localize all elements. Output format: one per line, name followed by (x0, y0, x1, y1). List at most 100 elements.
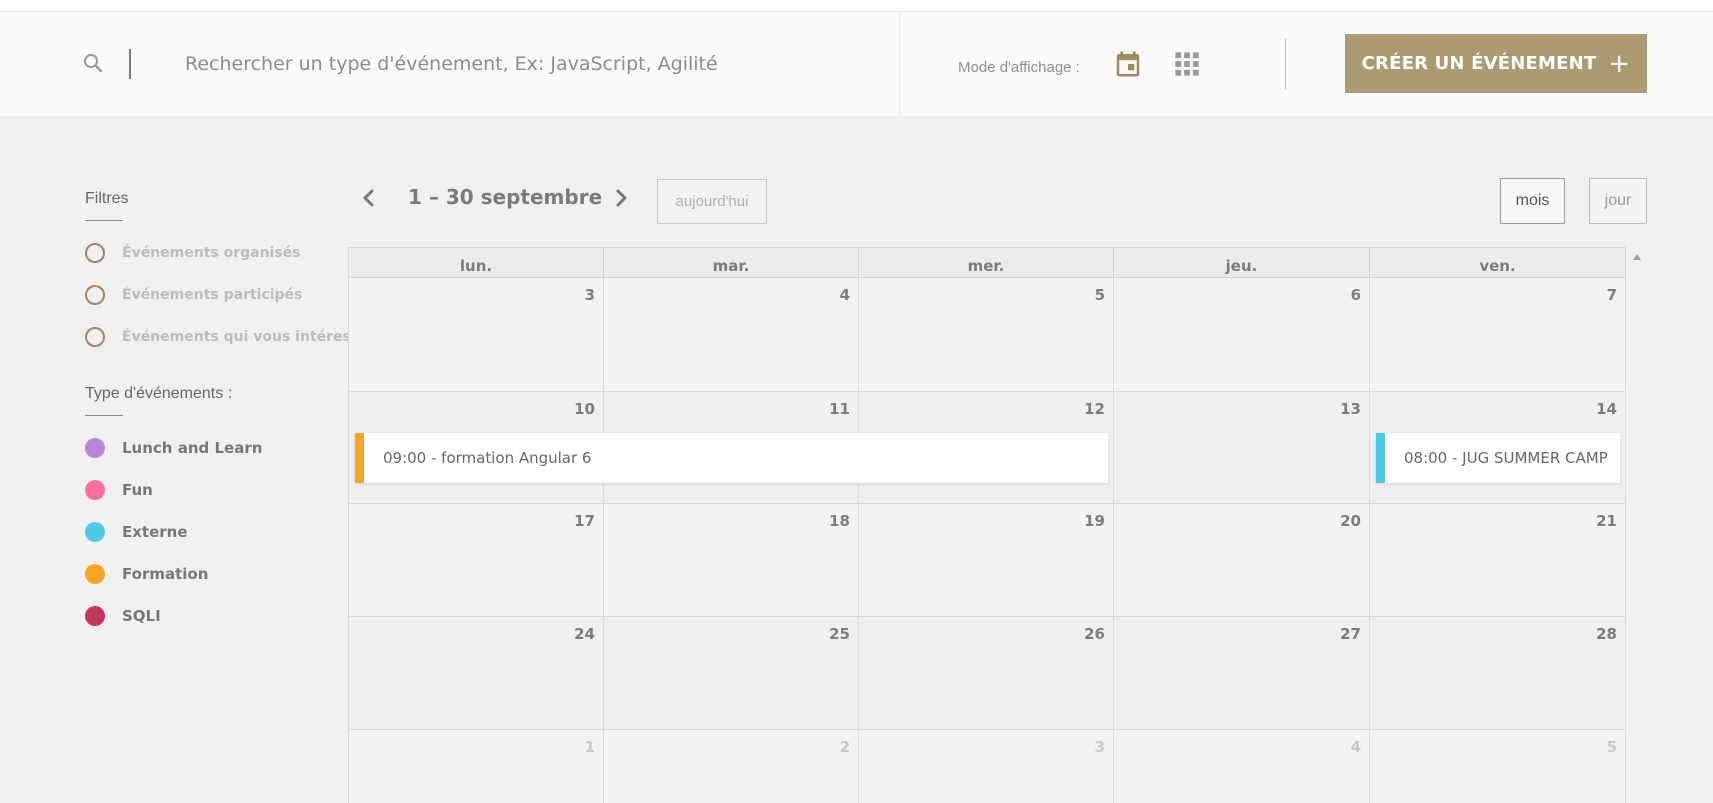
day-cell[interactable]: 27 (1114, 617, 1370, 730)
day-cell[interactable]: 24 (349, 617, 604, 730)
month-view-button[interactable]: mois (1500, 178, 1565, 224)
top-strip (0, 0, 1713, 12)
types-underline (85, 415, 123, 416)
display-mode-label: Mode d'affichage : (958, 59, 1080, 76)
plus-icon: + (1608, 48, 1631, 79)
weekday-header-cell: jeu. (1114, 248, 1370, 278)
day-cell[interactable]: 28 (1370, 617, 1626, 730)
event-color-bar (355, 433, 364, 483)
day-number: 19 (1084, 512, 1105, 530)
day-cell[interactable]: 1 (349, 730, 604, 803)
weekday-header: lun. mar. mer. jeu. ven. (349, 248, 1626, 278)
day-number: 21 (1596, 512, 1617, 530)
event-label: 09:00 - formation Angular 6 (383, 449, 592, 467)
day-number: 10 (574, 400, 595, 418)
search-input[interactable] (185, 47, 865, 81)
chevron-right-icon[interactable] (612, 187, 630, 209)
color-dot (85, 480, 105, 500)
day-number: 5 (1094, 286, 1105, 304)
day-number: 11 (829, 400, 850, 418)
weekday-header-cell: ven. (1370, 248, 1626, 278)
day-cell[interactable]: 17 (349, 504, 604, 617)
color-dot (85, 564, 105, 584)
day-number: 13 (1340, 400, 1361, 418)
type-label: Externe (122, 523, 188, 541)
day-number: 25 (829, 625, 850, 643)
day-number: 14 (1596, 400, 1617, 418)
day-number: 17 (574, 512, 595, 530)
weekday-header-cell: mer. (859, 248, 1114, 278)
filters-title: Filtres (85, 190, 129, 207)
radio-icon[interactable] (85, 285, 105, 305)
color-dot (85, 522, 105, 542)
day-number: 26 (1084, 625, 1105, 643)
day-cell[interactable]: 21 (1370, 504, 1626, 617)
day-number: 6 (1350, 286, 1361, 304)
filter-organized[interactable]: Événements organisés (85, 243, 301, 263)
day-cell[interactable]: 6 (1114, 278, 1370, 392)
day-cell[interactable]: 19 (859, 504, 1114, 617)
filter-label: Événements organisés (122, 245, 301, 261)
calendar-view-icon[interactable] (1113, 49, 1143, 79)
event-label: 08:00 - JUG SUMMER CAMP (1404, 449, 1608, 467)
type-lunch-and-learn[interactable]: Lunch and Learn (85, 438, 262, 458)
type-label: Lunch and Learn (122, 439, 263, 457)
event-color-bar (1376, 433, 1385, 483)
day-cell[interactable]: 13 (1114, 392, 1370, 504)
day-number: 18 (829, 512, 850, 530)
type-label: SQLI (122, 607, 161, 625)
day-number: 3 (1094, 738, 1105, 756)
type-label: Formation (122, 565, 209, 583)
day-view-button[interactable]: jour (1589, 178, 1647, 224)
color-dot (85, 438, 105, 458)
create-event-button[interactable]: CRÉER UN ÉVÉNEMENT + (1345, 34, 1647, 93)
day-cell[interactable]: 3 (349, 278, 604, 392)
create-event-label: CRÉER UN ÉVÉNEMENT (1361, 53, 1597, 74)
day-cell[interactable]: 25 (604, 617, 859, 730)
header-bar: Mode d'affichage : CRÉER UN ÉVÉNEMENT + (0, 12, 1713, 117)
weekday-header-cell: mar. (604, 248, 859, 278)
day-cell[interactable]: 5 (1370, 730, 1626, 803)
filter-interested[interactable]: Événements qui vous intéresse (85, 327, 369, 347)
day-cell[interactable]: 4 (1114, 730, 1370, 803)
day-number: 12 (1084, 400, 1105, 418)
grid-view-icon[interactable] (1173, 50, 1201, 78)
type-formation[interactable]: Formation (85, 564, 208, 584)
day-cell[interactable]: 18 (604, 504, 859, 617)
color-dot (85, 606, 105, 626)
header-divider (899, 12, 900, 116)
chevron-left-icon[interactable] (360, 187, 378, 209)
scroll-up-icon[interactable] (1632, 253, 1642, 261)
day-number: 3 (584, 286, 595, 304)
day-number: 2 (839, 738, 850, 756)
event-types-title: Type d'événements : (85, 385, 233, 402)
radio-icon[interactable] (85, 327, 105, 347)
day-cell[interactable]: 26 (859, 617, 1114, 730)
day-cell[interactable]: 5 (859, 278, 1114, 392)
day-number: 27 (1340, 625, 1361, 643)
day-cell[interactable]: 20 (1114, 504, 1370, 617)
calendar-event[interactable]: 09:00 - formation Angular 6 (355, 433, 1108, 483)
filters-underline (85, 220, 123, 221)
day-number: 20 (1340, 512, 1361, 530)
radio-icon[interactable] (85, 243, 105, 263)
day-number: 24 (574, 625, 595, 643)
type-sqli[interactable]: SQLI (85, 606, 161, 626)
date-range-title: 1 – 30 septembre (408, 185, 603, 209)
search-separator (129, 49, 131, 79)
day-number: 1 (584, 738, 595, 756)
search-icon[interactable] (83, 53, 103, 73)
header-divider-2 (1285, 39, 1286, 89)
type-externe[interactable]: Externe (85, 522, 188, 542)
day-cell[interactable]: 7 (1370, 278, 1626, 392)
day-number: 5 (1606, 738, 1617, 756)
calendar-event[interactable]: 08:00 - JUG SUMMER CAMP (1376, 433, 1620, 483)
type-label: Fun (122, 481, 153, 499)
day-cell[interactable]: 2 (604, 730, 859, 803)
day-cell[interactable]: 3 (859, 730, 1114, 803)
today-button[interactable]: aujourd'hui (657, 179, 767, 224)
day-cell[interactable]: 4 (604, 278, 859, 392)
day-number: 4 (839, 286, 850, 304)
filter-participated[interactable]: Événements participés (85, 285, 302, 305)
type-fun[interactable]: Fun (85, 480, 153, 500)
